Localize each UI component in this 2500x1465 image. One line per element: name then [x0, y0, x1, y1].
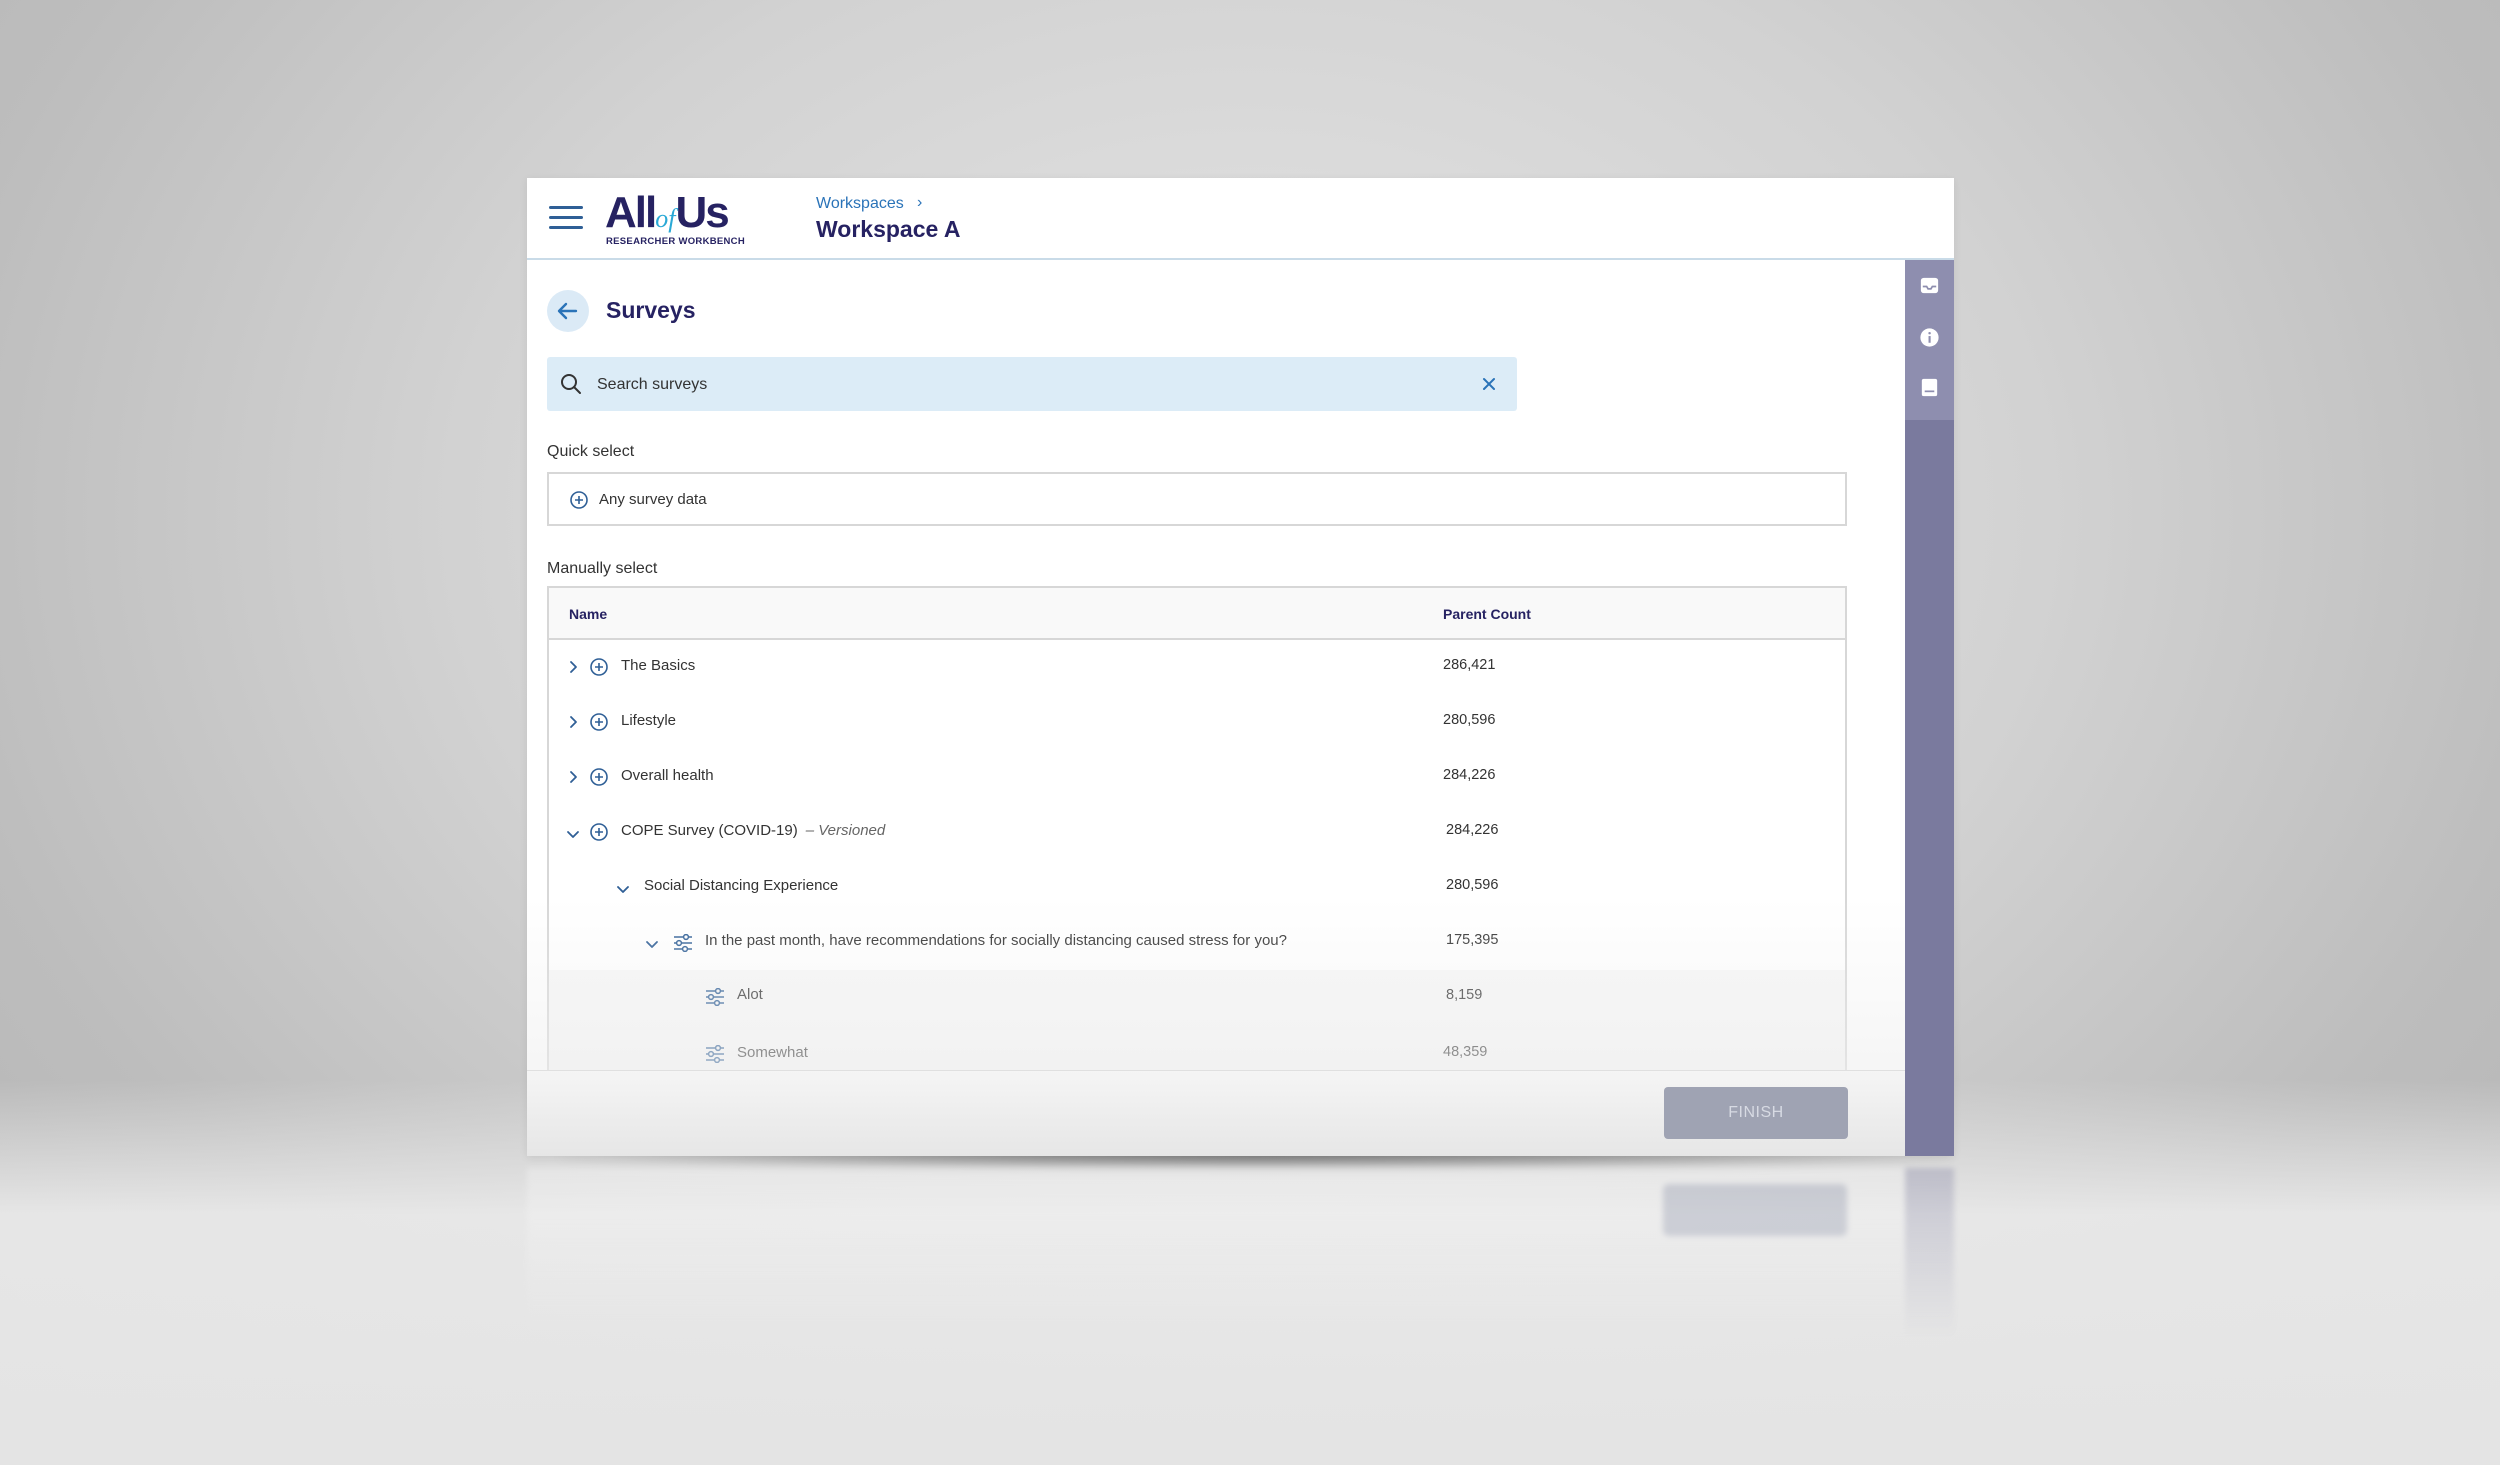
manual-select-label: Manually select [547, 560, 658, 577]
chevron-right-icon[interactable] [565, 659, 581, 675]
book-icon[interactable] [1918, 376, 1941, 399]
row-count: 286,421 [1443, 657, 1496, 673]
row-name: Social Distancing Experience [644, 877, 839, 894]
row-name: Lifestyle [621, 712, 677, 729]
hamburger-icon[interactable] [549, 204, 583, 232]
row-name-text: COPE Survey (COVID-19) [621, 822, 798, 839]
chevron-down-icon[interactable] [565, 826, 581, 842]
table-row[interactable]: In the past month, have recommendations … [549, 915, 1845, 972]
breadcrumb-separator: › [917, 194, 923, 211]
right-rail [1905, 260, 1954, 1156]
logo[interactable]: AllofUs RESEARCHER WORKBENCH [605, 188, 755, 248]
table-row[interactable]: Overall health 284,226 [549, 750, 1845, 807]
row-count: 284,226 [1443, 767, 1496, 783]
row-name: In the past month, have recommendations … [705, 932, 1287, 949]
survey-table: Name Parent Count The Basics 286,421 Lif… [547, 586, 1847, 1074]
back-button[interactable] [547, 290, 589, 332]
row-count: 280,596 [1443, 712, 1496, 728]
chevron-right-icon[interactable] [565, 769, 581, 785]
row-name: Somewhat [737, 1044, 808, 1061]
row-count: 175,395 [1446, 932, 1499, 948]
table-row[interactable]: Somewhat 48,359 [549, 1025, 1845, 1074]
row-count: 48,359 [1443, 1044, 1488, 1060]
breadcrumb-workspaces-link[interactable]: Workspaces [816, 195, 904, 213]
plus-circle-icon[interactable] [589, 657, 609, 677]
quick-select-item-label: Any survey data [599, 491, 707, 508]
sliders-icon[interactable] [705, 1045, 725, 1063]
row-count: 284,226 [1446, 822, 1499, 838]
plus-circle-icon[interactable] [589, 712, 609, 732]
plus-circle-icon[interactable] [569, 490, 589, 510]
row-name: Overall health [621, 767, 714, 784]
column-header-parent-count: Parent Count [1443, 606, 1531, 622]
search-bar[interactable] [547, 357, 1517, 411]
rail-icon-group [1905, 260, 1954, 420]
window-reflection [527, 1168, 1954, 1338]
workspace-title: Workspace A [816, 216, 961, 242]
logo-subtitle: RESEARCHER WORKBENCH [606, 236, 746, 247]
chevron-right-icon[interactable] [565, 714, 581, 730]
arrow-left-icon [557, 302, 578, 320]
chevron-down-icon[interactable] [644, 936, 660, 952]
table-row[interactable]: COPE Survey (COVID-19) – Versioned 284,22… [549, 805, 1845, 862]
page-title: Surveys [606, 297, 696, 323]
table-header: Name Parent Count [549, 588, 1845, 640]
finish-button[interactable]: FINISH [1664, 1087, 1848, 1139]
quick-select-any-survey[interactable]: Any survey data [547, 472, 1847, 526]
plus-circle-icon[interactable] [589, 822, 609, 842]
sliders-icon[interactable] [673, 934, 693, 952]
close-icon[interactable] [1479, 374, 1499, 394]
quick-select-label: Quick select [547, 443, 635, 460]
table-row[interactable]: Alot 8,159 [549, 970, 1845, 1027]
row-name: COPE Survey (COVID-19) – Versioned [621, 822, 885, 839]
search-input[interactable] [595, 367, 1459, 403]
sliders-icon[interactable] [705, 988, 725, 1006]
search-icon [561, 374, 581, 394]
row-count: 8,159 [1446, 987, 1483, 1003]
column-header-name: Name [569, 606, 608, 622]
table-row[interactable]: Lifestyle 280,596 [549, 695, 1845, 752]
versioned-tag: – Versioned [805, 822, 886, 839]
app-window: AllofUs RESEARCHER WORKBENCH Workspaces … [527, 178, 1954, 1156]
plus-circle-icon[interactable] [589, 767, 609, 787]
row-count: 280,596 [1446, 877, 1499, 893]
row-name: Alot [737, 986, 763, 1003]
row-name: The Basics [621, 657, 696, 674]
inbox-icon[interactable] [1918, 274, 1941, 297]
chevron-down-icon[interactable] [615, 881, 631, 897]
table-row[interactable]: Social Distancing Experience 280,596 [549, 860, 1845, 917]
info-icon[interactable] [1918, 326, 1941, 349]
top-bar: AllofUs RESEARCHER WORKBENCH Workspaces … [527, 178, 1954, 260]
table-row[interactable]: The Basics 286,421 [549, 640, 1845, 697]
